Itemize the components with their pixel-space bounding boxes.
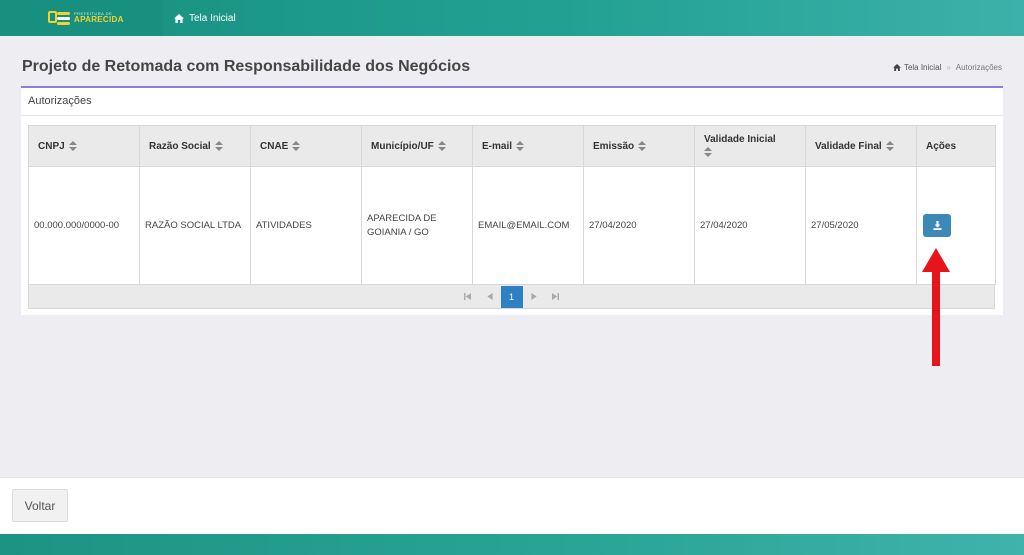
logo-mark-icon: [48, 10, 70, 26]
first-page-button[interactable]: [457, 286, 479, 308]
chevron-right-icon: [530, 293, 537, 300]
download-icon: [932, 221, 942, 230]
column-header-municipio[interactable]: Município/UF: [361, 125, 473, 167]
pagination: 1: [28, 285, 995, 309]
download-button[interactable]: [923, 214, 951, 237]
cell-email: EMAIL@EMAIL.COM: [472, 166, 584, 285]
column-header-validade-final[interactable]: Validade Final: [805, 125, 917, 167]
breadcrumb-current: Autorizações: [955, 63, 1002, 72]
sort-icon: [704, 147, 712, 158]
cell-cnae: ATIVIDADES: [250, 166, 362, 285]
sort-icon: [292, 140, 301, 151]
cell-validade-inicial: 27/04/2020: [694, 166, 806, 285]
cell-emissao: 27/04/2020: [583, 166, 695, 285]
breadcrumb: Tela Inicial » Autorizações: [893, 63, 1002, 72]
column-label: CNAE: [260, 140, 289, 152]
authorizations-table: CNPJ Razão Social CNAE Município/UF E-ma…: [28, 125, 996, 285]
annotation-arrow: [922, 248, 950, 366]
column-header-razao-social[interactable]: Razão Social: [139, 125, 251, 167]
cell-cnpj: 00.000.000/0000-00: [28, 166, 140, 285]
page-title: Projeto de Retomada com Responsabilidade…: [22, 58, 471, 75]
sort-icon: [437, 140, 446, 151]
footer: Voltar: [0, 477, 1024, 534]
home-icon: [174, 13, 184, 23]
top-navbar: PREFEITURA DE APARECIDA Tela Inicial: [0, 0, 1024, 36]
panel-divider: [21, 115, 1003, 116]
column-header-acoes: Ações: [916, 125, 996, 167]
bottom-bar: [0, 534, 1024, 555]
column-label: Município/UF: [371, 140, 434, 152]
logo-big-text: APARECIDA: [74, 15, 124, 24]
column-header-cnae[interactable]: CNAE: [250, 125, 362, 167]
cell-razao-social: RAZÃO SOCIAL LTDA: [139, 166, 251, 285]
page-number-button[interactable]: 1: [500, 285, 523, 308]
prev-page-button[interactable]: [479, 286, 501, 308]
sort-icon: [885, 140, 894, 151]
breadcrumb-separator: »: [946, 63, 951, 72]
logo-text: PREFEITURA DE APARECIDA: [74, 12, 124, 24]
column-label: Validade Final: [815, 140, 882, 152]
column-header-emissao[interactable]: Emissão: [583, 125, 695, 167]
back-button[interactable]: Voltar: [12, 489, 68, 522]
column-label: Ações: [926, 140, 957, 152]
column-label: Emissão: [593, 140, 635, 152]
cell-municipio-line2: GOIANIA / GO: [367, 226, 429, 238]
nav-home-label: Tela Inicial: [189, 12, 236, 24]
cell-municipio-line1: APARECIDA DE: [367, 212, 437, 224]
breadcrumb-home-link[interactable]: Tela Inicial: [904, 63, 941, 72]
table-row: 00.000.000/0000-00 RAZÃO SOCIAL LTDA ATI…: [28, 166, 996, 285]
first-page-icon: [464, 293, 471, 300]
last-page-button[interactable]: [545, 286, 567, 308]
cell-validade-final: 27/05/2020: [805, 166, 917, 285]
column-label: E-mail: [482, 140, 513, 152]
sort-icon: [638, 140, 647, 151]
column-header-cnpj[interactable]: CNPJ: [28, 125, 140, 167]
home-icon: [893, 64, 901, 71]
table-header-row: CNPJ Razão Social CNAE Município/UF E-ma…: [28, 125, 996, 167]
cell-municipio: APARECIDA DE GOIANIA / GO: [361, 166, 473, 285]
sort-icon: [68, 140, 77, 151]
last-page-icon: [552, 293, 559, 300]
panel-title: Autorizações: [28, 95, 92, 107]
column-label: Validade Inicial: [704, 134, 776, 145]
column-label: CNPJ: [38, 140, 65, 152]
next-page-button[interactable]: [523, 286, 545, 308]
sort-icon: [214, 140, 223, 151]
authorizations-panel: Autorizações CNPJ Razão Social CNAE Muni…: [21, 86, 1003, 315]
column-header-validade-inicial[interactable]: Validade Inicial: [694, 125, 806, 167]
chevron-left-icon: [486, 293, 493, 300]
nav-home-link[interactable]: Tela Inicial: [174, 0, 236, 36]
column-label: Razão Social: [149, 140, 211, 152]
sort-icon: [516, 140, 525, 151]
logo[interactable]: PREFEITURA DE APARECIDA: [0, 0, 163, 36]
column-header-email[interactable]: E-mail: [472, 125, 584, 167]
